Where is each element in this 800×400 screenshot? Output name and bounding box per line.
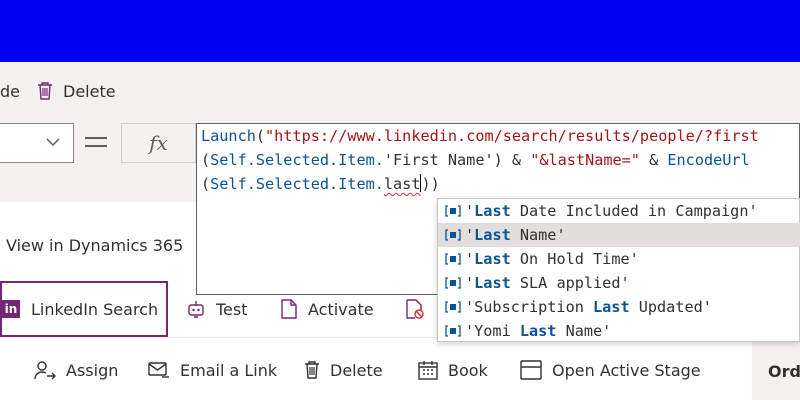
paren-open: ( — [255, 127, 266, 145]
book-label: Book — [448, 360, 488, 380]
tab-linkedin-label: LinkedIn Search — [31, 299, 159, 319]
field-icon — [445, 325, 461, 337]
suggestion-pre: ' — [465, 202, 475, 220]
app-header-bar — [0, 0, 800, 62]
person-arrow-icon — [34, 360, 56, 380]
formula-line-1: Launch("https://www.linkedin.com/search/… — [201, 124, 759, 148]
paren-open: ( — [201, 175, 211, 193]
email-link-button[interactable]: Email a Link — [148, 358, 277, 382]
email-link-icon — [148, 360, 170, 380]
book-button[interactable]: Book — [418, 358, 488, 382]
assign-label: Assign — [66, 360, 119, 380]
formula-line-3: (Self.Selected.Item.last)) — [201, 172, 440, 196]
fx-label: fx — [149, 131, 168, 155]
assign-button[interactable]: Assign — [34, 358, 118, 382]
self-reference: Self.Selected.Item. — [210, 175, 384, 193]
trash-icon — [304, 360, 320, 380]
suggestion-pre: ' — [465, 226, 475, 244]
suggestion-post: Name' — [510, 226, 566, 244]
document-icon — [280, 299, 298, 319]
hide-button[interactable]: de — [0, 78, 20, 104]
lastname-string: "&lastName=" — [530, 151, 640, 169]
suggestion-pre: 'Subscription — [465, 298, 594, 316]
document-blocked-icon — [405, 299, 425, 319]
delete-record-label: Delete — [330, 360, 383, 380]
property-dropdown[interactable] — [0, 123, 74, 163]
fx-button[interactable]: fx — [121, 123, 196, 163]
suggestion-post: Name' — [556, 322, 612, 340]
suggestion-match: Last — [474, 202, 511, 220]
field-icon — [445, 205, 461, 217]
field-reference: 'First Name' — [383, 151, 494, 169]
command-bar — [0, 62, 800, 118]
robot-icon — [186, 299, 206, 319]
ampersand: & — [502, 151, 531, 169]
paren-close: )) — [421, 175, 440, 193]
suggestion-match: Last — [474, 250, 511, 268]
url-string: "https://www.linkedin.com/search/results… — [265, 127, 759, 145]
tab-activate[interactable]: Activate — [280, 297, 374, 321]
suggestion-item[interactable]: 'Yomi Last Name' — [438, 319, 800, 343]
paren-close: ) — [493, 151, 503, 169]
field-icon — [445, 253, 461, 265]
function-name: Launch — [201, 127, 256, 145]
tab-test-label: Test — [216, 299, 248, 319]
suggestion-pre: ' — [465, 250, 475, 268]
chevron-down-icon — [45, 134, 61, 154]
suggestion-item-selected[interactable]: ' Last Name' — [438, 223, 800, 247]
linkedin-icon: in — [2, 300, 20, 318]
tab-deactivate[interactable] — [405, 297, 435, 321]
suggestion-item[interactable]: ' Last On Hold Time' — [438, 247, 800, 271]
stage-icon — [520, 360, 542, 380]
suggestion-post: On Hold Time' — [510, 250, 639, 268]
delete-control-button[interactable]: Delete — [37, 78, 116, 104]
field-icon — [445, 229, 461, 241]
trash-icon — [37, 81, 53, 101]
suggestion-pre: 'Yomi — [465, 322, 520, 340]
suggestion-item[interactable]: ' Last SLA applied' — [438, 271, 800, 295]
formula-line-2: (Self.Selected.Item.'First Name') & "&la… — [201, 148, 750, 172]
field-icon — [445, 277, 461, 289]
open-active-stage-label: Open Active Stage — [552, 360, 701, 380]
suggestion-match: Last — [519, 322, 557, 340]
encodeurl-function: EncodeUrl — [667, 151, 750, 169]
self-reference: Self.Selected.Item. — [210, 151, 384, 169]
paren-open: ( — [201, 151, 211, 169]
open-active-stage-button[interactable]: Open Active Stage — [520, 358, 701, 382]
suggestion-post: Date Included in Campaign' — [510, 202, 758, 220]
suggestion-post: Updated' — [629, 298, 712, 316]
suggestion-match: Last — [474, 226, 511, 244]
tab-activate-label: Activate — [308, 299, 374, 319]
view-in-dynamics-link[interactable]: View in Dynamics 365 — [6, 236, 183, 255]
delete-record-button[interactable]: Delete — [304, 358, 383, 382]
suggestion-pre: ' — [465, 274, 475, 292]
left-pane-divider — [0, 172, 196, 202]
suggestion-match: Last — [593, 298, 630, 316]
calendar-icon — [418, 360, 438, 380]
tab-linkedin-search[interactable]: in LinkedIn Search — [0, 281, 168, 337]
suggestion-post: SLA applied' — [510, 274, 630, 292]
field-icon — [445, 301, 461, 313]
email-link-label: Email a Link — [180, 360, 278, 380]
suggestion-match: Last — [474, 274, 511, 292]
ampersand: & — [639, 151, 668, 169]
suggestion-item[interactable]: 'Subscription Last Updated' — [438, 295, 800, 319]
right-panel-heading: Ord — [768, 362, 800, 381]
tab-test[interactable]: Test — [186, 297, 248, 321]
delete-control-label: Delete — [63, 81, 116, 101]
hide-label: de — [0, 81, 20, 101]
suggestion-item[interactable]: ' Last Date Included in Campaign' — [438, 199, 800, 223]
intellisense-suggestions: ' Last Date Included in Campaign' ' Last N… — [437, 198, 800, 342]
typed-identifier: last — [383, 175, 421, 193]
equals-icon — [84, 130, 108, 154]
